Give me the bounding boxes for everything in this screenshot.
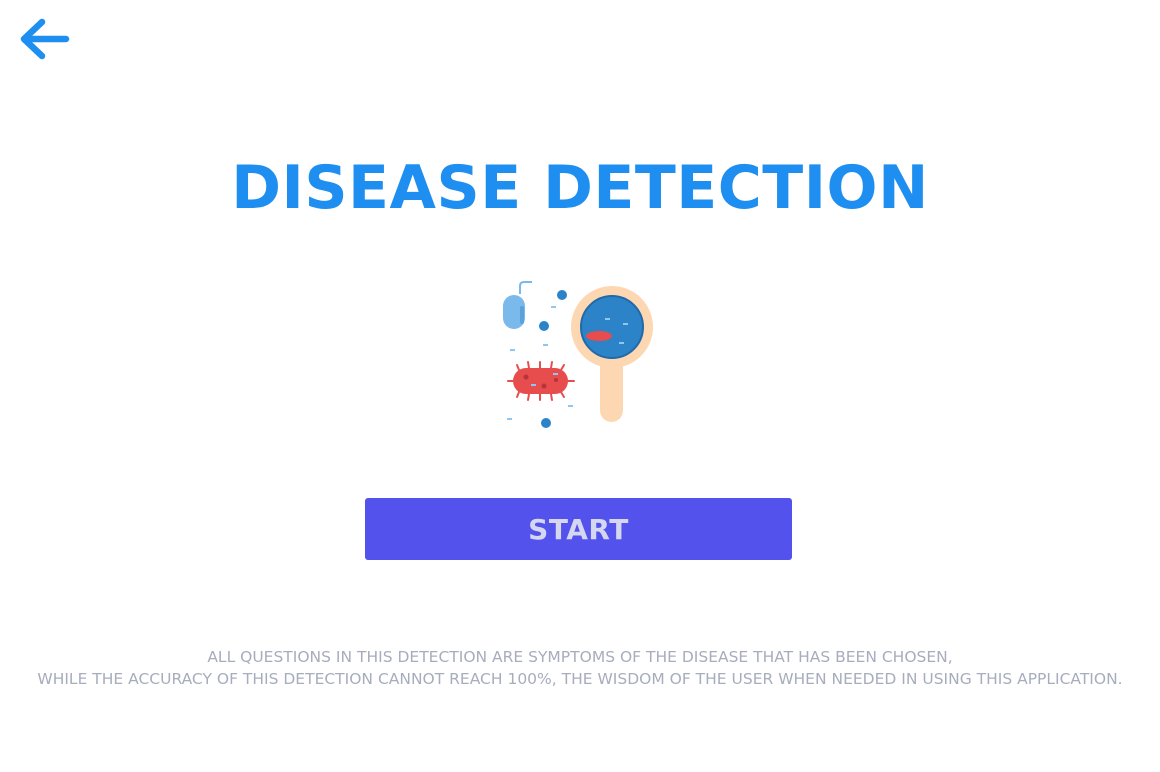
back-button[interactable] [14,14,74,64]
disclaimer-line-2: WHILE THE ACCURACY OF THIS DETECTION CAN… [37,670,1123,688]
bacteria-magnifier-illustration [503,281,653,428]
disclaimer-line-1: ALL QUESTIONS IN THIS DETECTION ARE SYMP… [207,648,953,666]
disclaimer-text: ALL QUESTIONS IN THIS DETECTION ARE SYMP… [0,646,1160,690]
illustration [495,276,660,432]
start-button[interactable]: START [365,498,792,560]
page-title: DISEASE DETECTION [231,153,929,223]
arrow-left-icon [20,18,70,60]
